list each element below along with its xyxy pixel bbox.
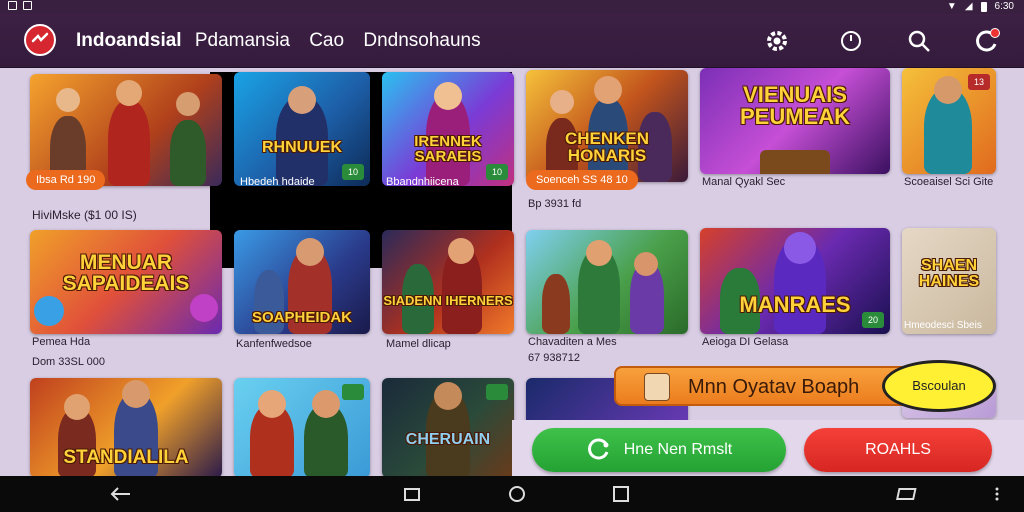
promo-banner-text: Mnn Oyatav Boaph [688,376,860,398]
game-badge: 10 [486,164,508,180]
image-icon [23,1,32,10]
game-card[interactable]: SOAPHEIDAK [234,230,370,334]
game-price-pill: Ibsa Rd 190 [26,170,106,190]
game-card-title: SHAEN HAINES [918,257,980,290]
home-icon[interactable] [506,484,528,504]
game-caption: Aeioga DI Gelasa [702,336,789,348]
signal-icon: ◢ [964,1,973,12]
game-card[interactable] [526,230,688,334]
game-card[interactable]: VIENUAIS PEUMEAK [700,68,890,174]
game-caption: Pemea Hda [32,336,91,348]
game-badge [486,384,508,400]
game-card-title: VIENUAIS PEUMEAK [739,82,850,129]
game-caption: Scoeaisel Sci Gite [904,176,994,188]
game-card[interactable]: 13 [902,68,996,174]
game-caption: Hbedeh hdaide [240,176,315,188]
app-bar: Indoandsial Pdamansia Cao Dndnsohauns [0,14,1024,68]
red-action-button[interactable]: ROAHLS [804,428,992,472]
game-caption: Bp 3931 fd [528,198,582,210]
game-caption: Hmeodesci Sbeis [904,320,982,331]
recent-apps-icon[interactable] [402,484,424,504]
green-action-button[interactable]: Hne Nen Rmslt [532,428,786,472]
game-card-title: SOAPHEIDAK [251,309,352,326]
game-badge: 10 [342,164,364,180]
promo-speech-bubble[interactable]: Bscoulan [882,360,996,412]
game-card[interactable] [234,378,370,476]
game-card-title: RHNUUEK [262,139,342,156]
notification-badge [990,28,1000,38]
search-icon[interactable] [904,26,934,56]
overview-icon[interactable] [610,484,632,504]
game-card-title: IRENNEK SARAEIS [414,133,482,165]
more-icon[interactable] [986,484,1008,504]
app-title: Indoandsial Pdamansia Cao Dndnsohauns [76,30,481,51]
game-card[interactable]: SIADENN IHERNERS [382,230,514,334]
game-caption: Mamel dlicap [386,338,451,350]
game-grid: Ibsa Rd 190 HiviMske ($1 00 IS) RHNUUEK … [0,68,1024,476]
clock-icon[interactable] [836,26,866,56]
game-price-pill: Soenceh SS 48 10 [526,170,638,190]
avatar [644,373,670,401]
green-action-label: Hne Nen Rmslt [623,441,733,458]
game-badge: 13 [968,74,990,90]
game-card[interactable]: CHENKEN HONARIS [526,70,688,182]
game-card-title: SIADENN IHERNERS [383,293,513,308]
game-caption: Manal Qyakl Sec [702,176,786,188]
game-card[interactable]: MENUAR SAPAIDEAIS [30,230,222,334]
game-card-title: CHERUAIN [405,431,491,448]
game-subcaption: 67 938712 [528,352,580,364]
game-badge [342,384,364,400]
game-card[interactable]: IRENNEK SARAEIS 10 [382,72,514,186]
app-logo[interactable] [24,24,56,56]
game-badge: 20 [862,312,884,328]
status-time: 6:30 [994,1,1014,12]
battery-icon [980,1,987,12]
game-caption: HiviMske ($1 00 IS) [32,208,137,222]
gear-icon[interactable] [762,26,792,56]
status-bar: ▼ ◢ 6:30 [0,0,1024,14]
game-card[interactable]: STANDIALILA [30,378,222,476]
game-caption: Bbandnhiicena [386,176,459,188]
rotate-icon[interactable] [896,484,918,504]
game-card-title: MENUAR SAPAIDEAIS [62,251,190,295]
game-caption: Chavaditen a Mes [528,336,617,348]
promo-banner[interactable]: Mnn Oyatav Boaph [614,366,914,406]
red-action-label: ROAHLS [865,441,931,458]
game-card[interactable]: RHNUUEK 10 [234,72,370,186]
notifications-icon[interactable] [972,26,1002,56]
refresh-icon [587,438,609,460]
game-card-title: CHENKEN HONARIS [564,129,650,165]
game-card[interactable]: CHERUAIN [382,378,514,476]
game-card[interactable]: SHAEN HAINES [902,228,996,334]
game-caption: Kanfenfwedsoe [236,338,312,350]
game-card[interactable]: MANRAES 20 [700,228,890,334]
image-icon [8,1,17,10]
game-subcaption: Dom 33SL 000 [32,356,105,368]
wifi-icon: ▼ [946,1,957,12]
game-card-title: STANDIALILA [63,447,189,468]
back-icon[interactable] [110,484,132,504]
system-navigation-bar [0,476,1024,512]
